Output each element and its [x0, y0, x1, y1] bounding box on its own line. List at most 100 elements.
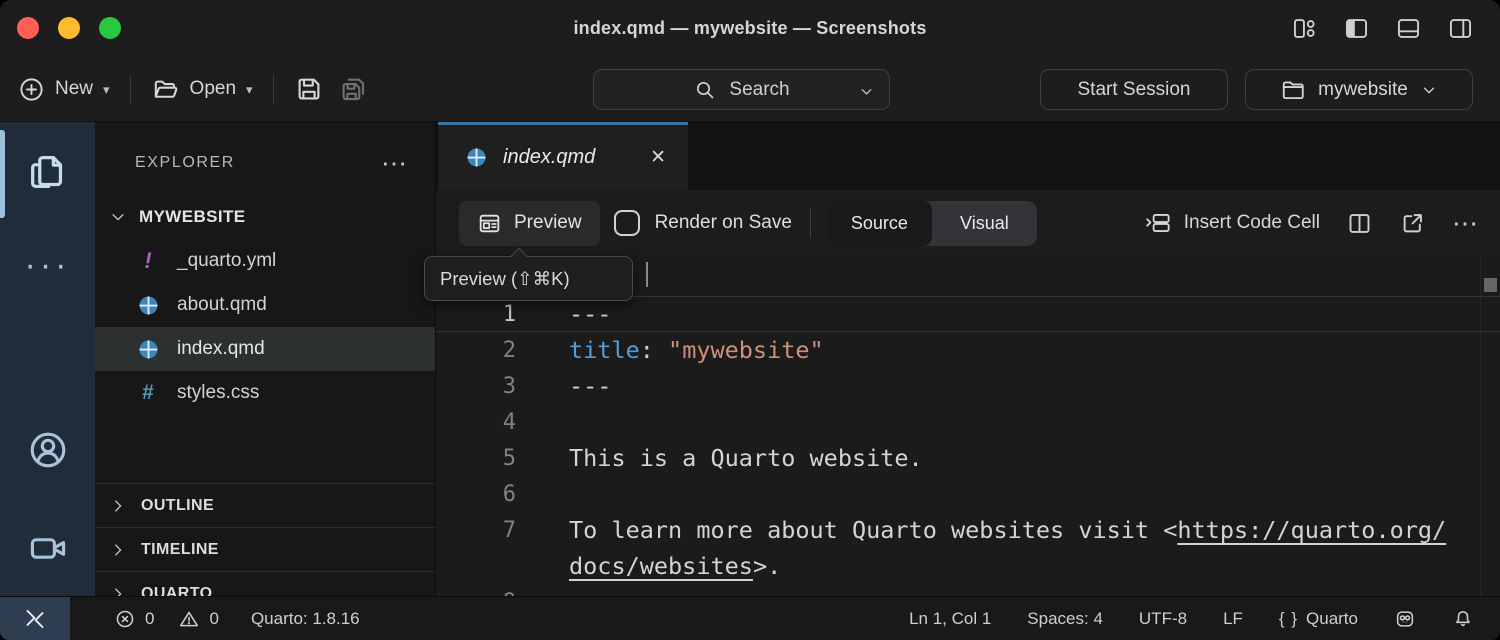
editor-group: index.qmd ✕ Preview Render on Save Sourc…	[435, 122, 1500, 596]
tooltip-text: Preview (⇧⌘K)	[440, 268, 570, 290]
close-tab-icon[interactable]: ✕	[650, 146, 666, 169]
more-actions-icon[interactable]: ⋯	[1452, 219, 1480, 227]
file-name: about.qmd	[177, 294, 267, 316]
language-mode-status-item[interactable]: { } Quarto	[1279, 609, 1358, 629]
open-button-label: Open	[190, 78, 236, 100]
file-list: ! _quarto.yml about.qmd index.qmd # styl…	[95, 239, 435, 415]
outline-section-header[interactable]: OUTLINE	[95, 483, 435, 527]
scrollbar-thumb[interactable]	[1484, 278, 1497, 292]
explorer-more-actions-button[interactable]: ⋯	[381, 158, 407, 168]
open-external-icon[interactable]	[1399, 210, 1426, 237]
file-row-about-qmd[interactable]: about.qmd	[95, 283, 435, 327]
error-count: 0	[145, 609, 154, 629]
activity-bar: ···	[0, 122, 95, 596]
line-text: This is a Quarto website.	[569, 444, 923, 472]
problems-status-item[interactable]: 0 0	[114, 608, 219, 630]
explorer-activity-button[interactable]	[0, 149, 95, 195]
file-row-styles-css[interactable]: # styles.css	[95, 371, 435, 415]
line-number: 7	[436, 518, 516, 543]
tab-index-qmd[interactable]: index.qmd ✕	[438, 122, 688, 190]
editor-action-bar: Preview Render on Save Source Visual Ins…	[436, 190, 1500, 256]
save-all-icon	[338, 74, 368, 104]
url-link[interactable]: https://quarto.org/	[1177, 516, 1446, 544]
screencast-button[interactable]	[0, 526, 95, 570]
source-visual-toggle: Source Visual	[827, 201, 1037, 246]
remote-indicator-button[interactable]	[0, 597, 70, 640]
code-line: 4	[436, 404, 1500, 440]
workspace-root-folder[interactable]: MYWEBSITE	[95, 198, 435, 236]
code-line: 7 To learn more about Quarto websites vi…	[436, 512, 1500, 548]
globe-file-icon	[464, 145, 489, 170]
quarto-version-label: Quarto: 1.8.16	[251, 609, 360, 629]
status-bar: 0 0 Quarto: 1.8.16 Ln 1, Col 1 Spaces: 4…	[0, 596, 1500, 640]
globe-file-icon	[135, 337, 161, 362]
toolbar-divider	[273, 75, 274, 103]
feedback-face-icon	[1394, 608, 1416, 630]
cursor-position-status-item[interactable]: Ln 1, Col 1	[909, 609, 991, 629]
save-icon	[294, 74, 324, 104]
code-line: 8	[436, 584, 1500, 596]
insert-code-cell-button[interactable]: Insert Code Cell	[1144, 210, 1320, 236]
code-line: 1 ---	[436, 296, 1500, 332]
chevron-down-icon	[1420, 81, 1438, 99]
chevron-down-icon[interactable]	[858, 83, 875, 100]
eol-status-item[interactable]: LF	[1223, 609, 1243, 629]
url-link[interactable]: docs/websites	[569, 552, 753, 580]
source-mode-button[interactable]: Source	[827, 201, 932, 246]
file-row-quarto-yml[interactable]: ! _quarto.yml	[95, 239, 435, 283]
new-button[interactable]: New ▾	[18, 76, 110, 103]
app-window: index.qmd — mywebsite — Screenshots New …	[0, 0, 1500, 640]
section-label: TIMELINE	[141, 541, 219, 559]
search-placeholder: Search	[729, 79, 789, 101]
search-input[interactable]: Search	[593, 69, 890, 110]
split-editor-icon[interactable]	[1346, 210, 1373, 237]
quarto-version-status-item[interactable]: Quarto: 1.8.16	[251, 609, 360, 629]
feedback-button[interactable]	[1394, 608, 1416, 630]
workspace-switcher-button[interactable]: mywebsite	[1245, 69, 1473, 110]
save-button[interactable]	[294, 74, 324, 104]
language-mode-label: Quarto	[1306, 609, 1358, 629]
line-number: 2	[436, 338, 516, 363]
window-title: index.qmd — mywebsite — Screenshots	[0, 18, 1500, 39]
css-file-icon: #	[135, 381, 161, 405]
render-on-save-checkbox[interactable]	[614, 210, 640, 236]
yaml-string: "mywebsite"	[668, 336, 824, 364]
render-on-save-control[interactable]: Render on Save	[614, 210, 792, 236]
toggle-panel-icon[interactable]	[1395, 15, 1422, 42]
remote-icon	[22, 606, 48, 632]
render-on-save-label: Render on Save	[655, 212, 792, 234]
editor-scrollbar[interactable]	[1480, 256, 1500, 596]
open-button[interactable]: Open ▾	[151, 75, 253, 104]
preview-button[interactable]: Preview	[459, 201, 600, 246]
visual-mode-button[interactable]: Visual	[932, 201, 1037, 246]
save-all-button[interactable]	[338, 74, 368, 104]
file-name: index.qmd	[177, 338, 265, 360]
line-number: 1	[436, 302, 516, 327]
editor-toolbar-divider	[810, 208, 811, 238]
globe-file-icon	[135, 293, 161, 318]
more-views-button[interactable]: ···	[0, 255, 95, 275]
code-editor[interactable]: 1 --- 2 title: "mywebsite" 3 --- 4	[436, 256, 1500, 596]
preview-icon	[477, 211, 502, 236]
toggle-primary-sidebar-icon[interactable]	[1343, 15, 1370, 42]
bell-icon	[1452, 608, 1474, 630]
account-button[interactable]	[0, 428, 95, 472]
customize-layout-icon[interactable]	[1291, 15, 1318, 42]
indentation-status-item[interactable]: Spaces: 4	[1027, 609, 1103, 629]
tab-label: index.qmd	[503, 146, 636, 169]
folder-icon	[1280, 77, 1306, 103]
chevron-right-icon	[109, 541, 127, 559]
notifications-button[interactable]	[1452, 608, 1474, 630]
insert-code-cell-label: Insert Code Cell	[1184, 212, 1320, 234]
preview-button-label: Preview	[514, 212, 582, 234]
start-session-button[interactable]: Start Session	[1040, 69, 1228, 110]
toggle-secondary-sidebar-icon[interactable]	[1447, 15, 1474, 42]
line-number: 5	[436, 446, 516, 471]
file-row-index-qmd[interactable]: index.qmd	[95, 327, 435, 371]
file-name: styles.css	[177, 382, 259, 404]
code-line-wrap: docs/websites>.	[436, 548, 1500, 584]
text-cursor	[646, 262, 648, 287]
timeline-section-header[interactable]: TIMELINE	[95, 527, 435, 571]
insert-code-cell-icon	[1144, 210, 1174, 236]
encoding-status-item[interactable]: UTF-8	[1139, 609, 1187, 629]
